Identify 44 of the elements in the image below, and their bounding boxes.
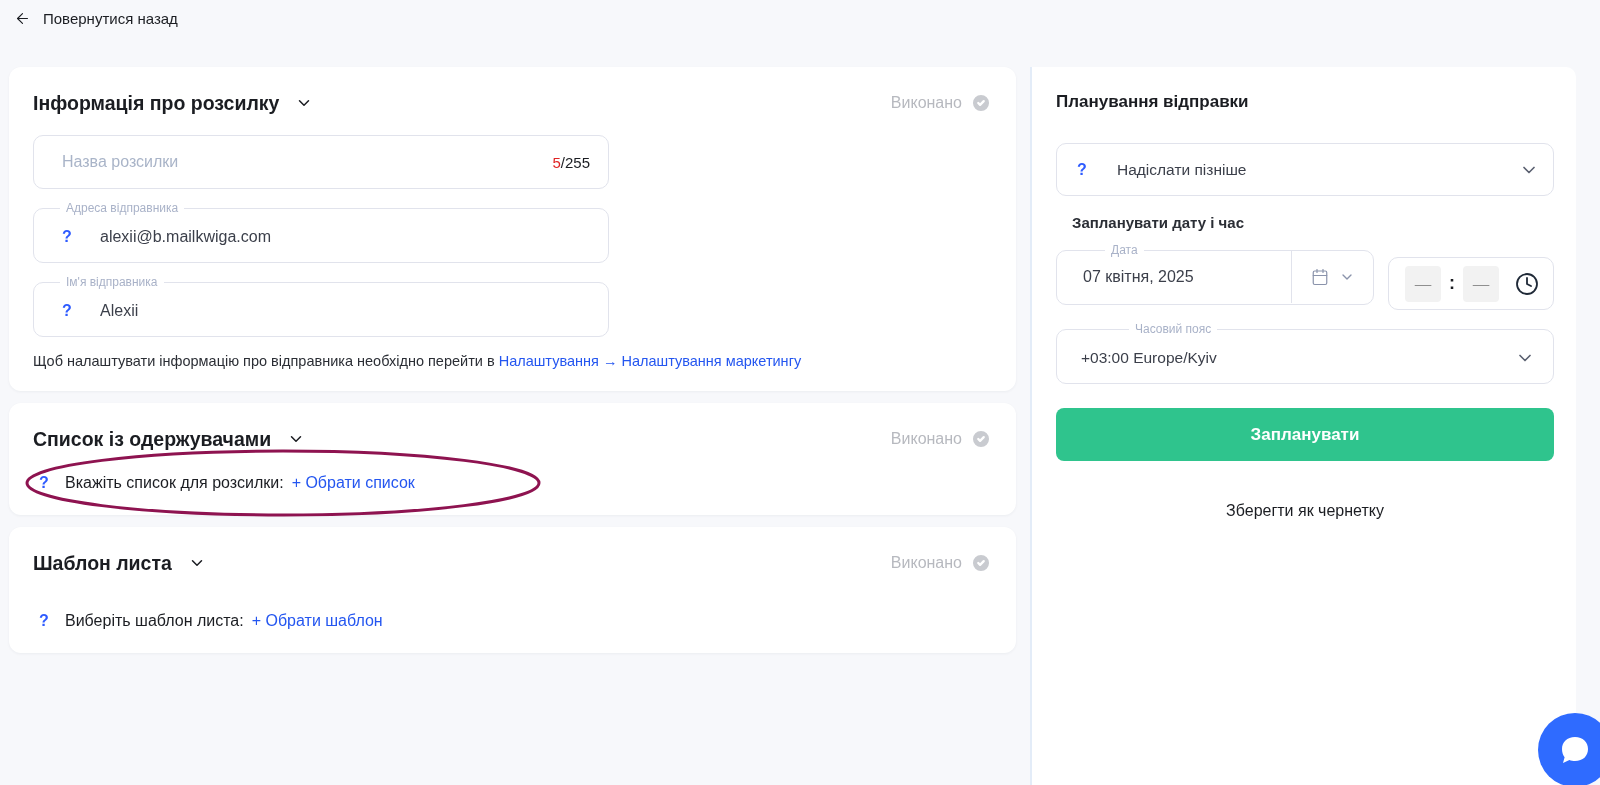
text-field[interactable]: Назва розсилки 5/255 [33, 135, 609, 189]
calendar-icon [1310, 268, 1329, 286]
clock-icon[interactable] [1515, 271, 1539, 296]
picker-label: Виберіть шаблон листа: [65, 612, 244, 630]
field-value: alexii@b.mailkwiga.com [100, 228, 272, 246]
panel-title: Планування відправки [1056, 91, 1250, 113]
help-mark[interactable]: ? [62, 302, 74, 320]
section-title: Шаблон листа [33, 551, 172, 575]
help-mark[interactable]: ? [39, 612, 51, 630]
help-mark[interactable]: ? [62, 228, 74, 246]
settings-hint: Щоб налаштувати інформацію про відправника необхідно перейти в Налаштування → Налаштування маркетингу [33, 353, 803, 369]
select-value: +03:00 Europe/Kyiv [1081, 349, 1218, 367]
time-separator: : [1449, 273, 1455, 294]
date-field[interactable]: Дата 07 квітня, 2025 [1056, 243, 1374, 305]
picker-label: Вкажіть список для розсилки: [65, 474, 284, 492]
text-field[interactable]: Ім'я відправника ? Alexii [33, 275, 609, 337]
send-mode-select[interactable]: ? Надіслати пізніше [1056, 143, 1554, 196]
subheading: Запланувати дату і час [1071, 214, 1245, 231]
help-mark[interactable]: ? [39, 474, 51, 492]
save-draft-button[interactable]: Зберегти як чернетку [1214, 491, 1396, 531]
back-link[interactable]: Повернутися назад [14, 10, 178, 27]
back-link-label: Повернутися назад [43, 10, 178, 27]
field-label: Дата [1110, 243, 1139, 257]
text-field[interactable]: Адреса відправника ? alexii@b.mailkwiga.com [33, 201, 609, 263]
field-label: Часовий пояс [1134, 322, 1213, 336]
character-counter: 5/255 [552, 153, 590, 171]
choose-link[interactable]: + Обрати список [291, 474, 415, 492]
check-circle-icon [970, 428, 992, 450]
field-value: Alexii [100, 302, 140, 320]
status-text: Виконано [890, 554, 962, 572]
select-value: Надіслати пізніше [1117, 160, 1248, 179]
check-circle-icon [970, 552, 992, 574]
check-circle-icon [970, 92, 992, 114]
field-placeholder: Назва розсилки [62, 153, 180, 171]
field-label: Адреса відправника [65, 201, 180, 215]
field-label: Ім'я відправника [65, 275, 159, 289]
status-text: Виконано [890, 430, 962, 448]
section-title: Список із одержувачами [33, 427, 272, 451]
choose-link[interactable]: + Обрати шаблон [251, 612, 383, 630]
section-title: Інформація про розсилку [33, 91, 280, 115]
timezone-select[interactable]: Часовий пояс +03:00 Europe/Kyiv [1056, 322, 1554, 384]
help-mark[interactable]: ? [1077, 160, 1089, 179]
settings-link[interactable]: Налаштування → Налаштування маркетингу [498, 353, 802, 369]
status-text: Виконано [890, 94, 962, 112]
